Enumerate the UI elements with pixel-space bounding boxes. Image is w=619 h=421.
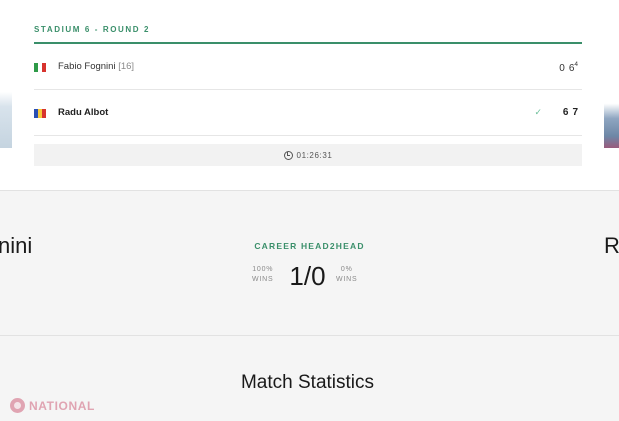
match-card: STADIUM 6 - ROUND 2 Fabio Fognini [16] 0…	[12, 0, 604, 190]
italy-flag-icon	[34, 63, 46, 72]
set-score: 64	[568, 61, 578, 74]
player-name-text: Fabio Fognini	[58, 61, 116, 72]
watermark-seal-icon	[10, 398, 25, 413]
head2head-section: nini R CAREER HEAD2HEAD 100% WINS 1/0 0%…	[0, 190, 619, 336]
head2head-title: CAREER HEAD2HEAD	[254, 241, 365, 251]
court-round-header: STADIUM 6 - ROUND 2	[34, 25, 151, 34]
watermark-logo: NATIONAL	[10, 398, 95, 413]
player-scores: 67	[559, 107, 578, 118]
right-win-percentage: 0% WINS	[336, 266, 358, 283]
player-row-fognini[interactable]: Fabio Fognini [16] 0 64	[34, 44, 582, 90]
set-score: 6	[562, 107, 569, 118]
head2head-score: 1/0	[289, 261, 326, 291]
player-scores: 0 64	[555, 61, 578, 74]
duration-text: 01:26:31	[296, 150, 333, 160]
set-score: 7	[572, 107, 578, 118]
clock-icon	[283, 150, 293, 160]
player-name-text: Radu Albot	[58, 107, 109, 118]
background-photo-right	[604, 0, 619, 148]
player-seed: [16]	[118, 61, 135, 72]
player-name[interactable]: Fabio Fognini [16]	[58, 61, 134, 72]
set-score: 0	[559, 63, 565, 74]
background-photo-left	[0, 0, 12, 148]
match-statistics-heading: Match Statistics	[240, 372, 375, 393]
winner-check-icon: ✓	[534, 107, 542, 117]
match-duration: 01:26:31	[34, 144, 582, 166]
watermark-text: NATIONAL	[29, 398, 95, 413]
tiebreak-score: 4	[574, 61, 578, 68]
moldova-flag-icon	[34, 109, 46, 118]
player-row-albot[interactable]: Radu Albot ✓ 67	[34, 90, 582, 136]
player-name[interactable]: Radu Albot	[58, 107, 108, 118]
